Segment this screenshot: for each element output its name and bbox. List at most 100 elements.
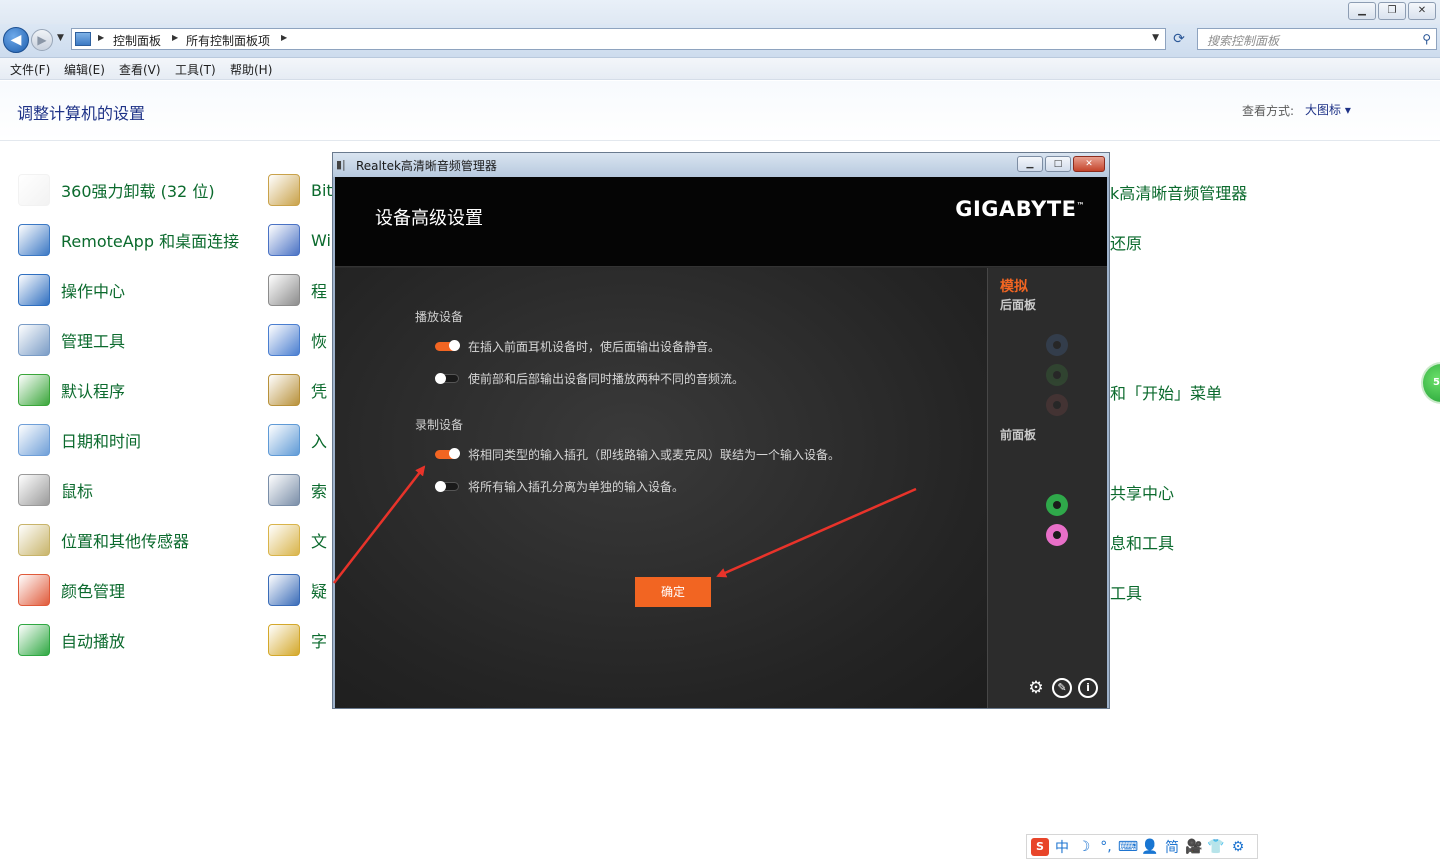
control-panel-item[interactable]: 索 <box>268 472 327 508</box>
control-panel-item[interactable]: 位置和其他传感器 <box>18 522 189 558</box>
address-bar[interactable]: ▶ 控制面板 ▶ 所有控制面板项 ▶ ▼ <box>71 28 1166 50</box>
minimize-button[interactable]: ▁ <box>1017 156 1043 172</box>
rear-jack-green-icon[interactable] <box>1046 364 1068 386</box>
restore-button[interactable]: ❐ <box>1378 2 1406 20</box>
control-panel-item[interactable]: 程 <box>268 272 327 308</box>
recording-option-row[interactable]: 将所有输入插孔分离为单独的输入设备。 <box>435 478 684 495</box>
minimize-button[interactable]: ▁ <box>1348 2 1376 20</box>
navigation-bar: ◀ ▶ ▼ ▶ 控制面板 ▶ 所有控制面板项 ▶ ▼ ⟳ 搜索控制面板 ⚲ <box>0 24 1440 58</box>
programs-icon <box>268 274 300 306</box>
advanced-settings-panel: 播放设备 在插入前面耳机设备时，使后面输出设备静音。 使前部和后部输出设备同时播… <box>335 268 987 708</box>
skin-icon[interactable]: 👕 <box>1205 839 1227 855</box>
rear-panel-label: 后面板 <box>1000 298 1037 312</box>
control-panel-item-label: 入 <box>311 432 328 451</box>
recent-pages-dropdown[interactable]: ▼ <box>57 33 64 43</box>
sogou-logo-icon[interactable]: S <box>1031 837 1049 856</box>
control-panel-item[interactable]: 操作中心 <box>18 272 125 308</box>
maximize-button[interactable]: □ <box>1045 156 1071 172</box>
control-panel-item[interactable]: 凭 <box>268 372 327 408</box>
recording-option-row[interactable]: 将相同类型的输入插孔（即线路输入或麦克风）联结为一个输入设备。 <box>435 446 840 463</box>
control-panel-item[interactable]: 恢 <box>268 322 327 358</box>
menu-view[interactable]: 查看(V) <box>119 61 161 78</box>
control-panel-item[interactable]: 字 <box>268 622 327 658</box>
ok-button[interactable]: 确定 <box>635 577 711 607</box>
control-panel-item[interactable]: 入 <box>268 422 327 458</box>
menu-help[interactable]: 帮助(H) <box>230 61 272 78</box>
control-panel-item[interactable]: 颜色管理 <box>18 572 125 608</box>
control-panel-item[interactable]: Bit <box>268 172 333 208</box>
punctuation-icon[interactable]: °, <box>1095 839 1117 855</box>
playback-mute-rear-toggle[interactable] <box>435 340 460 351</box>
control-panel-item[interactable]: 息和工具 <box>1110 530 1174 554</box>
control-panel-item[interactable]: 管理工具 <box>18 322 125 358</box>
control-panel-item[interactable]: 鼠标 <box>18 472 93 508</box>
refresh-button[interactable]: ⟳ <box>1168 30 1190 50</box>
connector-side-panel: 模拟 后面板 前面板 ⚙ ✎ i <box>987 268 1107 708</box>
close-button[interactable]: ✕ <box>1073 156 1105 172</box>
breadcrumb-all-items[interactable]: 所有控制面板项 <box>186 32 270 49</box>
recording-separate-inputs-toggle[interactable] <box>435 481 459 492</box>
camera-icon[interactable]: 🎥 <box>1183 839 1205 855</box>
control-panel-item[interactable]: 自动播放 <box>18 622 125 658</box>
floating-accelerator-badge[interactable]: 55 <box>1421 362 1440 404</box>
control-panel-item-label: 日期和时间 <box>61 432 142 451</box>
control-panel-item-label: 恢 <box>311 332 328 351</box>
fonts-icon <box>268 624 300 656</box>
view-by-dropdown[interactable]: 大图标 ▾ <box>1305 101 1351 118</box>
ime-toolbar: S 中 ☽ °, ⌨ 👤 简 🎥 👕 ⚙ <box>1026 834 1258 859</box>
chevron-right-icon[interactable]: ▶ <box>98 33 104 42</box>
info-icon[interactable]: i <box>1078 678 1098 698</box>
search-icon[interactable]: ⚲ <box>1422 32 1431 46</box>
menu-file[interactable]: 文件(F) <box>10 61 50 78</box>
windows-update-icon <box>268 224 300 256</box>
playback-option-row[interactable]: 使前部和后部输出设备同时播放两种不同的音频流。 <box>435 370 744 387</box>
settings-icon[interactable]: ⚙ <box>1227 839 1249 855</box>
address-dropdown-icon[interactable]: ▼ <box>1152 33 1159 43</box>
keyboard-icon[interactable]: ⌨ <box>1117 839 1139 855</box>
close-button[interactable]: ✕ <box>1408 2 1436 20</box>
menu-edit[interactable]: 编辑(E) <box>64 61 105 78</box>
wrench-icon[interactable]: ✎ <box>1052 678 1072 698</box>
chevron-right-icon[interactable]: ▶ <box>281 33 287 42</box>
back-button[interactable]: ◀ <box>3 27 29 53</box>
search-input[interactable]: 搜索控制面板 ⚲ <box>1197 28 1437 50</box>
control-panel-item[interactable]: 默认程序 <box>18 372 125 408</box>
control-panel-item[interactable]: Wi <box>268 222 331 258</box>
control-panel-item[interactable]: k高清晰音频管理器 <box>1110 180 1247 204</box>
ime-chinese-mode[interactable]: 中 <box>1051 837 1073 857</box>
breadcrumb-control-panel[interactable]: 控制面板 <box>113 32 161 49</box>
sensor-icon <box>18 524 50 556</box>
control-panel-item[interactable]: 日期和时间 <box>18 422 141 458</box>
forward-button[interactable]: ▶ <box>31 29 53 51</box>
control-panel-item[interactable]: 360强力卸载 (32 位) <box>18 172 215 208</box>
realtek-body: 设备高级设置 GIGABYTE™ 播放设备 在插入前面耳机设备时，使后面输出设备… <box>335 177 1107 708</box>
ime-simplified-mode[interactable]: 简 <box>1161 837 1183 857</box>
user-icon[interactable]: 👤 <box>1139 839 1161 855</box>
rear-jack-blue-icon[interactable] <box>1046 334 1068 356</box>
control-panel-item[interactable]: 还原 <box>1110 230 1142 254</box>
control-panel-item[interactable]: 和「开始」菜单 <box>1110 380 1222 404</box>
control-panel-item[interactable]: RemoteApp 和桌面连接 <box>18 222 239 258</box>
control-panel-item[interactable]: 共享中心 <box>1110 480 1174 504</box>
jack-core <box>1053 341 1061 349</box>
gear-icon[interactable]: ⚙ <box>1026 678 1046 698</box>
option-label: 将所有输入插孔分离为单独的输入设备。 <box>468 480 685 494</box>
control-panel-item[interactable]: 工具 <box>1110 580 1142 604</box>
control-panel-item[interactable]: 文 <box>268 522 327 558</box>
menu-tools[interactable]: 工具(T) <box>175 61 216 78</box>
front-jack-pink-icon[interactable] <box>1046 524 1068 546</box>
chevron-right-icon[interactable]: ▶ <box>172 33 178 42</box>
control-panel-item-label: 360强力卸载 (32 位) <box>61 182 215 201</box>
rear-jack-red-icon[interactable] <box>1046 394 1068 416</box>
playback-option-row[interactable]: 在插入前面耳机设备时，使后面输出设备静音。 <box>435 338 720 355</box>
control-panel-item[interactable]: 疑 <box>268 572 327 608</box>
realtek-titlebar[interactable]: ▮| Realtek高清晰音频管理器 ▁ □ ✕ <box>333 153 1109 177</box>
control-panel-item-label: 操作中心 <box>61 282 126 301</box>
recording-combine-inputs-toggle[interactable] <box>435 448 460 459</box>
moon-icon[interactable]: ☽ <box>1073 839 1095 855</box>
playback-dual-stream-toggle[interactable] <box>435 373 459 384</box>
control-panel-item-label: 文 <box>311 532 328 551</box>
front-panel-label: 前面板 <box>1000 428 1037 442</box>
front-jack-green-icon[interactable] <box>1046 494 1068 516</box>
keys-icon <box>268 174 300 206</box>
